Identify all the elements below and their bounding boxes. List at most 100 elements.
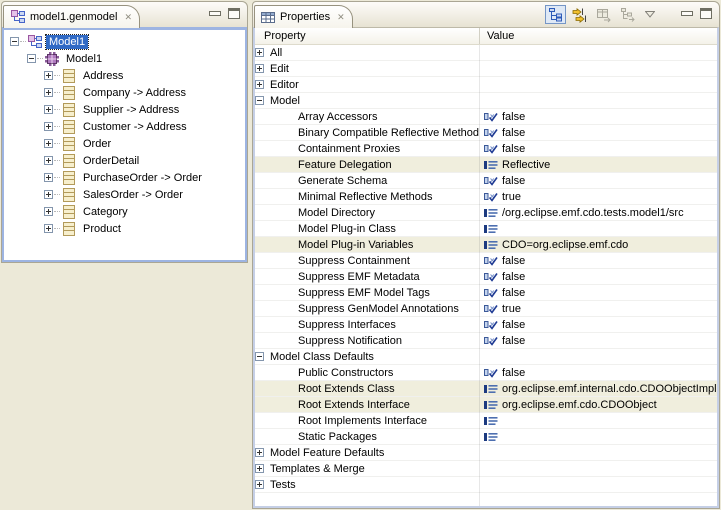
category-row-model[interactable]: Model [255, 93, 717, 109]
property-row-model-directory[interactable]: Model Directory /org.eclipse.emf.cdo.tes… [255, 205, 717, 221]
tree-item-product[interactable]: Product [4, 220, 245, 237]
properties-tab[interactable]: Properties ✕ [254, 5, 353, 28]
expand-icon[interactable] [44, 224, 53, 233]
property-row-root-extends-interface[interactable]: Root Extends Interface org.eclipse.emf.c… [255, 397, 717, 413]
expand-icon[interactable] [44, 207, 53, 216]
column-header-value[interactable]: Value [479, 28, 717, 44]
value-cell[interactable] [479, 93, 717, 108]
category-row-model-feature-defaults[interactable]: Model Feature Defaults [255, 445, 717, 461]
editor-tab-close-icon[interactable]: ✕ [124, 12, 132, 23]
value-cell[interactable] [479, 477, 717, 492]
property-row-model-plug-in-class[interactable]: Model Plug-in Class [255, 221, 717, 237]
expand-icon[interactable] [255, 464, 264, 473]
category-row-tests[interactable]: Tests [255, 477, 717, 493]
property-row-suppress-containment[interactable]: Suppress Containment false [255, 253, 717, 269]
category-row-edit[interactable]: Edit [255, 61, 717, 77]
property-row-suppress-emf-metadata[interactable]: Suppress EMF Metadata false [255, 269, 717, 285]
value-cell[interactable]: false [479, 173, 717, 188]
value-cell[interactable] [479, 429, 717, 444]
expand-icon[interactable] [255, 48, 264, 57]
collapse-icon[interactable] [10, 37, 19, 46]
editor-tab-model1-genmodel[interactable]: model1.genmodel ✕ [3, 5, 140, 28]
expand-icon[interactable] [255, 80, 264, 89]
value-cell[interactable]: false [479, 269, 717, 284]
value-cell[interactable]: false [479, 317, 717, 332]
property-row-root-implements-interface[interactable]: Root Implements Interface [255, 413, 717, 429]
editor-minimize-button[interactable] [209, 11, 221, 16]
property-row-root-extends-class[interactable]: Root Extends Class org.eclipse.emf.inter… [255, 381, 717, 397]
value-cell[interactable] [479, 413, 717, 428]
property-row-static-packages[interactable]: Static Packages [255, 429, 717, 445]
value-cell[interactable]: true [479, 189, 717, 204]
property-row-feature-delegation[interactable]: Feature Delegation Reflective [255, 157, 717, 173]
tree-item-model1-root[interactable]: Model1 [4, 33, 245, 50]
value-cell[interactable]: false [479, 333, 717, 348]
value-cell[interactable]: org.eclipse.emf.internal.cdo.CDOObjectIm… [479, 381, 717, 396]
value-cell[interactable] [479, 445, 717, 460]
property-row-suppress-notification[interactable]: Suppress Notification false [255, 333, 717, 349]
value-cell[interactable]: false [479, 125, 717, 140]
property-row-suppress-interfaces[interactable]: Suppress Interfaces false [255, 317, 717, 333]
expand-icon[interactable] [44, 173, 53, 182]
value-cell[interactable]: org.eclipse.emf.cdo.CDOObject [479, 397, 717, 412]
value-cell[interactable]: Reflective [479, 157, 717, 172]
category-row-templates-merge[interactable]: Templates & Merge [255, 461, 717, 477]
category-row-model-class-defaults[interactable]: Model Class Defaults [255, 349, 717, 365]
tree-item-purchaseorder-order[interactable]: PurchaseOrder -> Order [4, 169, 245, 186]
value-cell[interactable] [479, 45, 717, 60]
value-cell[interactable]: CDO=org.eclipse.emf.cdo [479, 237, 717, 252]
collapse-icon[interactable] [255, 352, 264, 361]
property-row-public-constructors[interactable]: Public Constructors false [255, 365, 717, 381]
category-row-editor[interactable]: Editor [255, 77, 717, 93]
editor-maximize-button[interactable] [228, 8, 240, 19]
show-categories-button[interactable] [545, 5, 566, 24]
value-cell[interactable]: true [479, 301, 717, 316]
tree-item-category[interactable]: Category [4, 203, 245, 220]
tree-item-order[interactable]: Order [4, 135, 245, 152]
value-cell[interactable] [479, 349, 717, 364]
value-cell[interactable] [479, 61, 717, 76]
tree-item-company-address[interactable]: Company -> Address [4, 84, 245, 101]
value-cell[interactable]: false [479, 141, 717, 156]
property-row-generate-schema[interactable]: Generate Schema false [255, 173, 717, 189]
properties-minimize-button[interactable] [681, 11, 693, 16]
column-divider[interactable] [479, 45, 480, 506]
property-row-minimal-reflective-methods[interactable]: Minimal Reflective Methods true [255, 189, 717, 205]
category-row-all[interactable]: All [255, 45, 717, 61]
properties-maximize-button[interactable] [700, 8, 712, 19]
property-row-array-accessors[interactable]: Array Accessors false [255, 109, 717, 125]
property-row-model-plug-in-variables[interactable]: Model Plug-in Variables CDO=org.eclipse.… [255, 237, 717, 253]
properties-tab-close-icon[interactable]: ✕ [337, 12, 345, 23]
column-header-property[interactable]: Property [255, 30, 479, 42]
value-cell[interactable] [479, 221, 717, 236]
property-row-containment-proxies[interactable]: Containment Proxies false [255, 141, 717, 157]
value-cell[interactable]: false [479, 285, 717, 300]
collapse-icon[interactable] [255, 96, 264, 105]
expand-icon[interactable] [44, 105, 53, 114]
tree-item-address[interactable]: Address [4, 67, 245, 84]
expand-icon[interactable] [255, 64, 264, 73]
property-row-binary-compatible-reflective-methods[interactable]: Binary Compatible Reflective Methods fal… [255, 125, 717, 141]
tree-item-salesorder-order[interactable]: SalesOrder -> Order [4, 186, 245, 203]
tree-item-model1[interactable]: Model1 [4, 50, 245, 67]
expand-icon[interactable] [44, 190, 53, 199]
expand-icon[interactable] [44, 139, 53, 148]
tree-item-supplier-address[interactable]: Supplier -> Address [4, 101, 245, 118]
expand-icon[interactable] [44, 88, 53, 97]
expand-icon[interactable] [44, 156, 53, 165]
tree-item-orderdetail[interactable]: OrderDetail [4, 152, 245, 169]
value-cell[interactable] [479, 77, 717, 92]
tree-item-customer-address[interactable]: Customer -> Address [4, 118, 245, 135]
collapse-icon[interactable] [27, 54, 36, 63]
value-cell[interactable]: false [479, 253, 717, 268]
value-cell[interactable]: false [479, 365, 717, 380]
property-row-suppress-emf-model-tags[interactable]: Suppress EMF Model Tags false [255, 285, 717, 301]
view-menu-button[interactable] [645, 11, 655, 18]
show-advanced-properties-button[interactable] [569, 5, 590, 24]
expand-icon[interactable] [255, 448, 264, 457]
property-row-suppress-genmodel-annotations[interactable]: Suppress GenModel Annotations true [255, 301, 717, 317]
expand-icon[interactable] [255, 480, 264, 489]
expand-icon[interactable] [44, 71, 53, 80]
value-cell[interactable]: /org.eclipse.emf.cdo.tests.model1/src [479, 205, 717, 220]
expand-icon[interactable] [44, 122, 53, 131]
